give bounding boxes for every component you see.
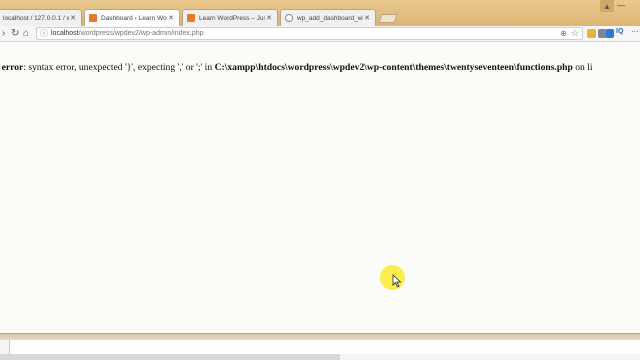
close-icon[interactable]: ✕ xyxy=(265,14,273,22)
error-suffix: on li xyxy=(572,62,593,73)
devtools-divider[interactable] xyxy=(0,333,640,340)
star-icon[interactable]: ☆ xyxy=(571,28,579,39)
forward-icon[interactable]: › xyxy=(2,27,5,40)
error-prefix: e error xyxy=(0,62,24,73)
url-path: /wordpress/wpdev2/wp-admin/index.php xyxy=(78,30,204,37)
close-icon[interactable]: ✕ xyxy=(167,14,175,22)
address-url: localhost/wordpress/wpdev2/wp-admin/inde… xyxy=(51,29,204,39)
tab-github[interactable]: wp_add_dashboard_widget ✕ xyxy=(280,9,376,26)
wordpress-icon xyxy=(89,14,97,22)
tab-phpmyadmin[interactable]: localhost / 127.0.0.1 / wp ✕ xyxy=(0,9,82,26)
close-icon[interactable]: ✕ xyxy=(363,14,371,22)
tab-strip: localhost / 127.0.0.1 / wp ✕ Dashboard ‹… xyxy=(0,0,640,26)
error-file-path: C:\xampp\htdocs\wordpress\wpdev2\wp-cont… xyxy=(214,62,573,73)
php-error-message: e error: syntax error, unexpected '}', e… xyxy=(0,62,593,73)
wordpress-icon xyxy=(187,14,195,22)
reload-icon[interactable]: ↻ xyxy=(11,27,19,40)
horizontal-scrollbar[interactable] xyxy=(0,354,340,360)
minimize-icon[interactable]: — xyxy=(617,1,625,10)
tab-learn-wordpress[interactable]: Learn WordPress – Just a ✕ xyxy=(182,9,278,26)
zoom-icon[interactable]: ⊕ xyxy=(560,28,567,39)
tab-title: localhost / 127.0.0.1 / wp xyxy=(3,14,69,22)
error-text: : syntax error, unexpected '}', expectin… xyxy=(23,62,215,73)
menu-icon[interactable]: ⋯ xyxy=(631,27,639,36)
tab-title: wp_add_dashboard_widget xyxy=(297,14,363,22)
url-host: localhost xyxy=(51,30,79,37)
github-icon xyxy=(285,14,293,22)
close-icon[interactable]: ✕ xyxy=(69,14,77,22)
tab-title: Dashboard ‹ Learn WordPress xyxy=(101,14,167,22)
profile-icon[interactable]: ▲ xyxy=(600,0,614,12)
home-icon[interactable]: ⌂ xyxy=(23,27,29,40)
address-bar[interactable]: ⓘ localhost/wordpress/wpdev2/wp-admin/in… xyxy=(36,27,583,40)
page-content: e error: syntax error, unexpected '}', e… xyxy=(0,43,640,333)
tab-title: Learn WordPress – Just a xyxy=(199,14,265,22)
mouse-cursor-icon xyxy=(392,274,402,288)
bookmark-manager-icon[interactable] xyxy=(587,29,596,38)
new-tab-button[interactable] xyxy=(378,14,398,23)
info-icon[interactable]: ⓘ xyxy=(40,29,48,39)
blue-extension-icon[interactable] xyxy=(606,29,614,38)
iq-extension-icon[interactable]: IQ xyxy=(616,28,623,35)
bottom-input[interactable] xyxy=(9,340,640,354)
tab-dashboard[interactable]: Dashboard ‹ Learn WordPress ✕ xyxy=(84,9,180,26)
browser-toolbar: › ↻ ⌂ ⓘ localhost/wordpress/wpdev2/wp-ad… xyxy=(0,26,640,42)
